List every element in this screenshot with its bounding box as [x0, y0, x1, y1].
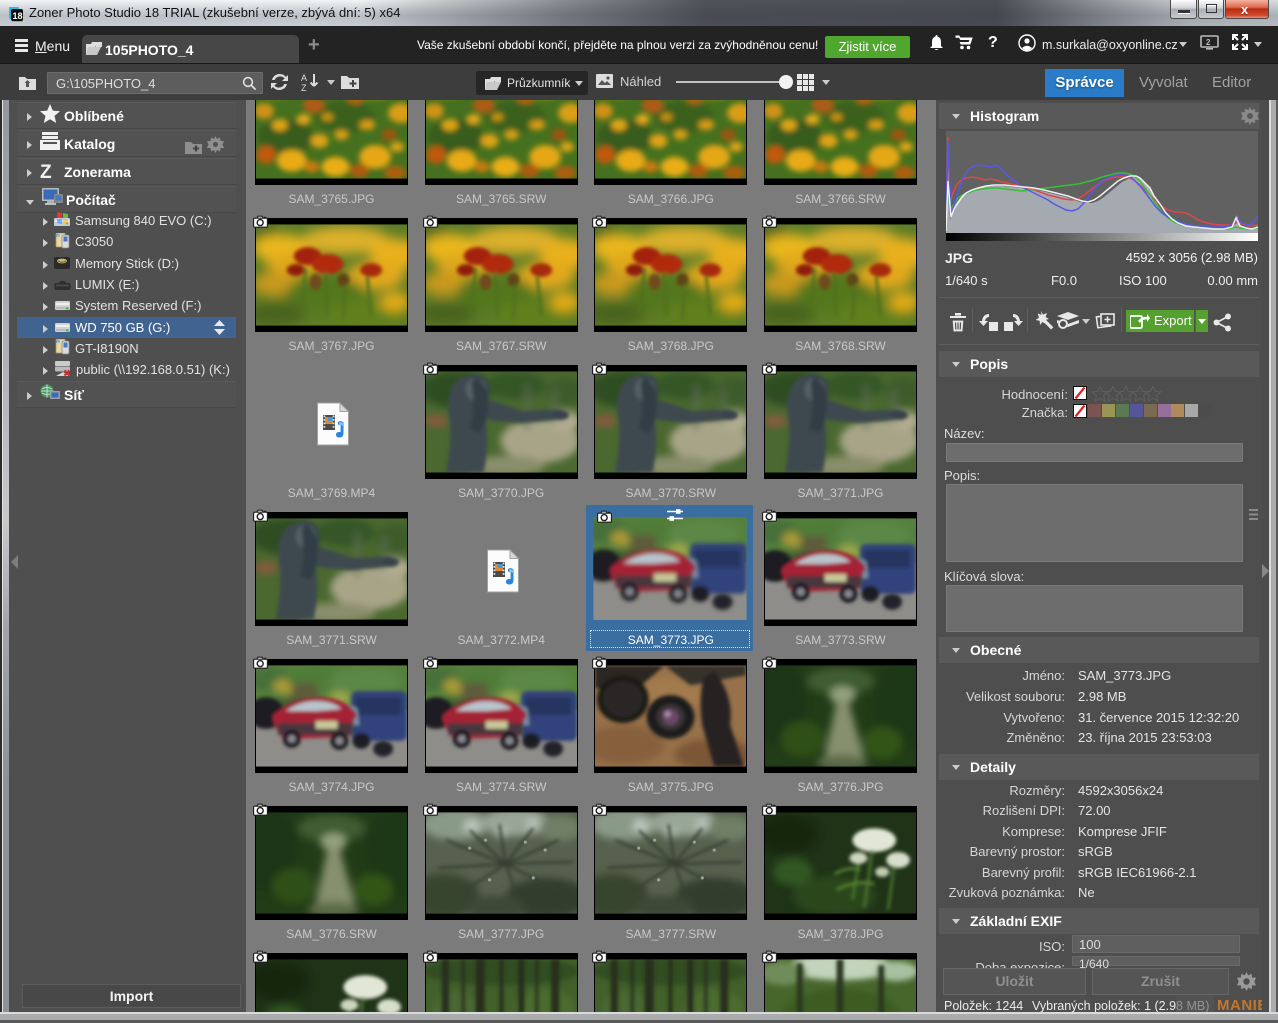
svg-text:Z: Z [301, 83, 307, 92]
svg-text:2: 2 [1206, 38, 1211, 47]
svg-text:A: A [301, 73, 307, 83]
